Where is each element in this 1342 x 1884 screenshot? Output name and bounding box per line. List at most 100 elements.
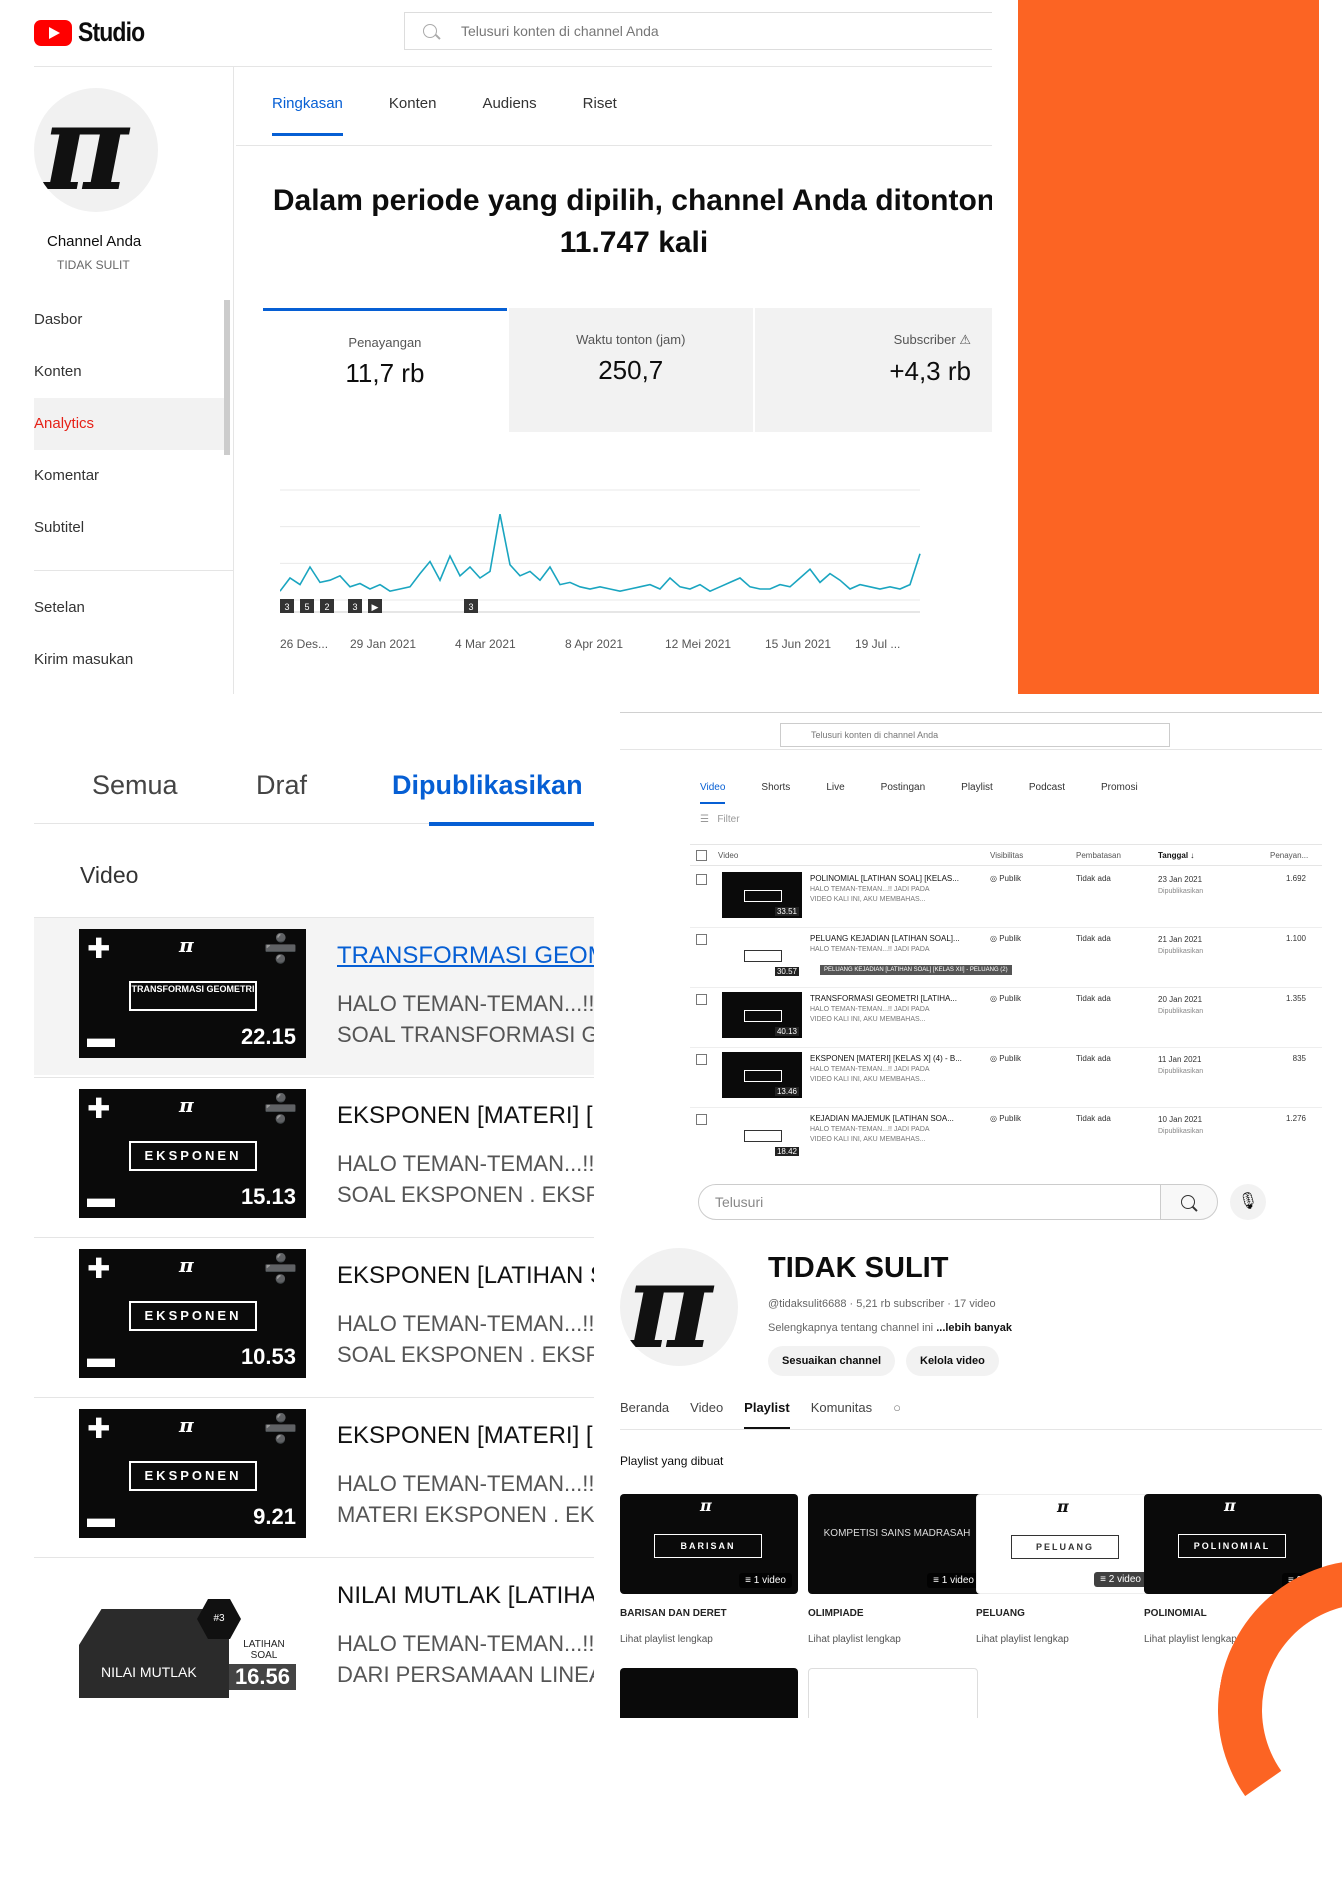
tab-draf[interactable]: Draf — [256, 770, 307, 801]
table-row[interactable]: 18.42 KEJADIAN MAJEMUK [LATIHAN SOA... HAL… — [690, 1108, 1322, 1162]
tab-riset[interactable]: Riset — [583, 95, 617, 112]
sidebar-scrollbar[interactable] — [224, 300, 230, 455]
video-row[interactable]: ✚ ➗ ▬ π EKSPONEN 10.53 EKSPONEN [LATIHAN S HALO… — [34, 1237, 594, 1395]
metric-card-watch-time[interactable]: Waktu tonton (jam) 250,7 — [508, 308, 753, 432]
manage-videos-button[interactable]: Kelola video — [906, 1346, 999, 1376]
playlist-name[interactable]: BARISAN DAN DERET — [620, 1608, 727, 1619]
tab-shorts[interactable]: Shorts — [761, 782, 790, 793]
video-thumbnail[interactable]: ✚ ➗ ▬ π EKSPONEN 9.21 — [79, 1409, 306, 1538]
nav-kirim-masukan[interactable]: Kirim masukan — [34, 634, 230, 686]
nav-dasbor[interactable]: Dasbor — [34, 294, 230, 346]
tab-playlist[interactable]: Playlist — [744, 1400, 790, 1429]
video-title[interactable]: TRANSFORMASI GEOMETRI [LATIHA... — [810, 994, 957, 1003]
channel-avatar[interactable]: π — [34, 88, 158, 212]
video-row[interactable]: ✚ ➗ ▬ π EKSPONEN 15.13 EKSPONEN [MATERI] [K HAL… — [34, 1077, 594, 1235]
tab-ringkasan[interactable]: Ringkasan — [272, 95, 343, 136]
video-title[interactable]: TRANSFORMASI GEOM — [337, 942, 594, 970]
visibility-cell[interactable]: ◎ Publik — [990, 1054, 1021, 1063]
tab-promosi[interactable]: Promosi — [1101, 782, 1138, 793]
tab-komunitas[interactable]: Komunitas — [811, 1400, 872, 1429]
tab-playlist[interactable]: Playlist — [961, 782, 993, 793]
nav-subtitel[interactable]: Subtitel — [34, 502, 230, 554]
video-thumbnail[interactable]: 30.57 — [722, 932, 802, 978]
video-title[interactable]: NILAI MUTLAK [LATIHA — [337, 1582, 594, 1610]
metric-card-subscribers[interactable]: Subscriber ⚠ +4,3 rb — [754, 308, 992, 432]
video-thumbnail[interactable]: ✚ ➗ ▬ π TRANSFORMASI GEOMETRI 22.15 — [79, 929, 306, 1058]
metric-card-views[interactable]: Penayangan 11,7 rb — [263, 308, 507, 432]
video-row[interactable]: ✚ ➗ ▬ π EKSPONEN 9.21 EKSPONEN [MATERI] [K HALO… — [34, 1397, 594, 1555]
row-checkbox[interactable] — [696, 1054, 707, 1065]
playlist-name[interactable]: OLIMPIADE — [808, 1608, 864, 1619]
video-title[interactable]: PELUANG KEJADIAN [LATIHAN SOAL]... — [810, 934, 960, 943]
tab-live[interactable]: Live — [826, 782, 844, 793]
row-checkbox[interactable] — [696, 874, 707, 885]
view-playlist-link[interactable]: Lihat playlist lengkap — [1144, 1634, 1237, 1645]
tab-dipublikasikan[interactable]: Dipublikasikan — [392, 770, 583, 801]
playlist-name[interactable]: PELUANG — [976, 1608, 1025, 1619]
playlist-thumbnail[interactable] — [620, 1668, 798, 1718]
nav-komentar[interactable]: Komentar — [34, 450, 230, 502]
tab-video[interactable]: Video — [690, 1400, 723, 1429]
tab-semua[interactable]: Semua — [92, 770, 178, 801]
row-checkbox[interactable] — [696, 1114, 707, 1125]
video-title[interactable]: EKSPONEN [MATERI] [K — [337, 1422, 594, 1450]
tab-beranda[interactable]: Beranda — [620, 1400, 669, 1429]
nav-setelan[interactable]: Setelan — [34, 582, 230, 634]
table-row[interactable]: 40.13 TRANSFORMASI GEOMETRI [LATIHA... HAL… — [690, 988, 1322, 1048]
channel-search-input[interactable]: Telusuri — [698, 1184, 1188, 1220]
playlist-thumbnail[interactable] — [808, 1668, 978, 1718]
channel-about[interactable]: Selengkapnya tentang channel ini ...lebi… — [768, 1322, 1012, 1334]
tab-postingan[interactable]: Postingan — [881, 782, 925, 793]
tab-audiens[interactable]: Audiens — [482, 95, 536, 112]
select-all-checkbox[interactable] — [696, 850, 707, 861]
video-title[interactable]: POLINOMIAL [LATIHAN SOAL] [KELAS... — [810, 874, 959, 883]
video-thumbnail[interactable]: ✚ ➗ ▬ π EKSPONEN 15.13 — [79, 1089, 306, 1218]
row-checkbox[interactable] — [696, 934, 707, 945]
visibility-cell[interactable]: ◎ Publik — [990, 1114, 1021, 1123]
video-title[interactable]: EKSPONEN [MATERI] [KELAS X] (4) - B... — [810, 1054, 962, 1063]
globe-icon: ◎ — [990, 1114, 997, 1123]
divide-icon: ➗ — [263, 933, 298, 964]
filter-input[interactable]: ☰ Filter — [700, 814, 740, 825]
view-playlist-link[interactable]: Lihat playlist lengkap — [620, 1634, 713, 1645]
video-title[interactable]: EKSPONEN [LATIHAN S — [337, 1262, 594, 1290]
video-row[interactable]: NILAI MUTLAK #3 LATIHAN SOAL 16.56 NILAI MUT… — [34, 1557, 594, 1715]
playlist-name[interactable]: POLINOMIAL — [1144, 1608, 1207, 1619]
studio-logo[interactable]: Studio — [34, 17, 156, 48]
video-thumbnail[interactable]: ✚ ➗ ▬ π EKSPONEN 10.53 — [79, 1249, 306, 1378]
nav-konten[interactable]: Konten — [34, 346, 230, 398]
tab-podcast[interactable]: Podcast — [1029, 782, 1065, 793]
video-thumbnail[interactable]: 13.46 — [722, 1052, 802, 1098]
playlist-thumbnail[interactable]: π PELUANG ≡ 2 video — [976, 1494, 1154, 1594]
playlist-thumbnail[interactable]: KOMPETISI SAINS MADRASAH ≡ 1 video — [808, 1494, 986, 1594]
video-thumbnail[interactable]: 33.51 — [722, 872, 802, 918]
video-title[interactable]: KEJADIAN MAJEMUK [LATIHAN SOA... — [810, 1114, 954, 1123]
row-checkbox[interactable] — [696, 994, 707, 1005]
playlist-thumbnail[interactable]: π BARISAN ≡ 1 video — [620, 1494, 798, 1594]
video-count-badge: ≡ 1 video — [739, 1573, 792, 1588]
video-title[interactable]: EKSPONEN [MATERI] [K — [337, 1102, 594, 1130]
nav-analytics[interactable]: Analytics — [34, 398, 230, 450]
studio-search-input[interactable]: Telusuri konten di channel Anda — [404, 12, 992, 50]
channel-avatar-large[interactable]: π — [620, 1248, 738, 1366]
search-icon[interactable]: ○ — [893, 1400, 901, 1429]
tab-video[interactable]: Video — [700, 782, 726, 804]
manager-search-input[interactable]: Telusuri konten di channel Anda — [780, 723, 1170, 747]
customize-channel-button[interactable]: Sesuaikan channel — [768, 1346, 896, 1376]
tab-konten[interactable]: Konten — [389, 95, 437, 112]
view-playlist-link[interactable]: Lihat playlist lengkap — [976, 1634, 1069, 1645]
visibility-cell[interactable]: ◎ Publik — [990, 874, 1021, 883]
mic-icon[interactable]: 🎙 — [1230, 1184, 1266, 1220]
video-thumbnail[interactable]: 18.42 — [722, 1112, 802, 1158]
search-button[interactable] — [1160, 1184, 1218, 1220]
visibility-cell[interactable]: ◎ Publik — [990, 994, 1021, 1003]
video-row[interactable]: ✚ ➗ ▬ π TRANSFORMASI GEOMETRI 22.15 TRANSFORMA… — [34, 917, 594, 1075]
table-row[interactable]: 30.57 PELUANG KEJADIAN [LATIHAN SOAL]... H… — [690, 928, 1322, 988]
visibility-cell[interactable]: ◎ Publik — [990, 934, 1021, 943]
views-line-chart[interactable]: 3 5 2 3 ▶ 3 26 Des... 29 Jan 2021 4 Mar 2021 8 Ap… — [280, 470, 992, 670]
video-thumbnail[interactable]: NILAI MUTLAK #3 LATIHAN SOAL 16.56 — [79, 1569, 306, 1698]
table-row[interactable]: 13.46 EKSPONEN [MATERI] [KELAS X] (4) - B… — [690, 1048, 1322, 1108]
view-playlist-link[interactable]: Lihat playlist lengkap — [808, 1634, 901, 1645]
table-row[interactable]: 33.51 POLINOMIAL [LATIHAN SOAL] [KELAS...… — [690, 868, 1322, 928]
video-thumbnail[interactable]: 40.13 — [722, 992, 802, 1038]
